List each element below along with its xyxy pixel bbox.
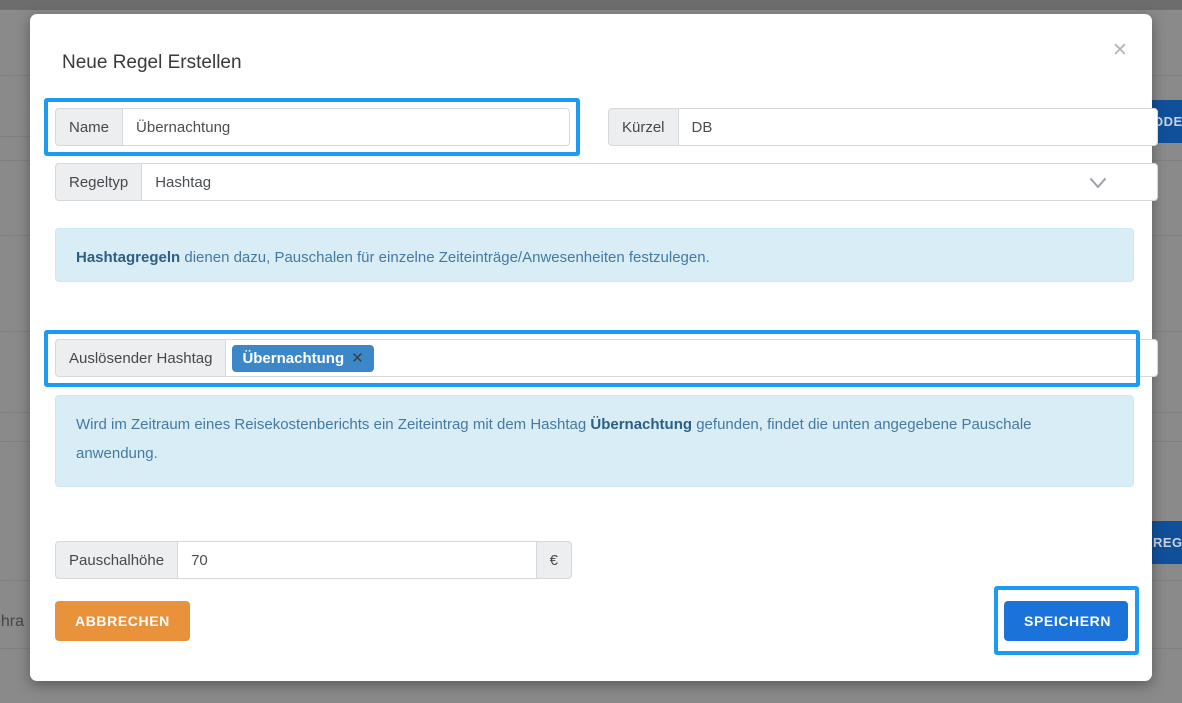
cancel-button[interactable]: ABBRECHEN [55, 601, 190, 641]
background-button-regel-clipped[interactable]: REGE [1152, 521, 1182, 564]
currency-suffix: € [537, 541, 572, 579]
hashtag-input-group: Auslösender Hashtag Übernachtung ✕ [55, 339, 1158, 377]
hashtag-token-input[interactable]: Übernachtung ✕ [225, 339, 1158, 377]
remove-tag-icon[interactable]: ✕ [351, 351, 364, 366]
name-label: Name [55, 108, 122, 146]
regeltyp-select[interactable]: Hashtag [141, 163, 1158, 201]
hashtag-label: Auslösender Hashtag [55, 339, 225, 377]
create-rule-modal: Neue Regel Erstellen ✕ Name Kürzel Regel… [30, 14, 1152, 681]
hashtag-rules-info-alert: Hashtagregeln dienen dazu, Pauschalen fü… [55, 228, 1134, 282]
info2-bold-text: Übernachtung [590, 416, 692, 433]
hashtag-token: Übernachtung ✕ [232, 345, 373, 372]
background-text-clipped: ehra [0, 613, 32, 631]
info1-text: dienen dazu, Pauschalen für einzelne Zei… [180, 249, 710, 266]
info1-bold-text: Hashtagregeln [76, 249, 180, 266]
pauschalhoehe-input[interactable] [177, 541, 537, 579]
name-input-group: Name [55, 108, 570, 146]
background-topbar [0, 0, 1182, 10]
regeltyp-selected-value: Hashtag [155, 174, 211, 191]
modal-title: Neue Regel Erstellen [62, 52, 242, 74]
pauschalhoehe-input-group: Pauschalhöhe € [55, 541, 572, 579]
rule-effect-info-alert: Wird im Zeitraum eines Reisekostenberich… [55, 395, 1134, 487]
kuerzel-input-group: Kürzel [608, 108, 1158, 146]
hashtag-token-text: Übernachtung [242, 350, 344, 367]
pauschalhoehe-label: Pauschalhöhe [55, 541, 177, 579]
close-icon[interactable]: ✕ [1106, 36, 1134, 64]
info2-text-part1: Wird im Zeitraum eines Reisekostenberich… [76, 416, 590, 433]
chevron-down-icon [1089, 177, 1107, 189]
regeltyp-label: Regeltyp [55, 163, 141, 201]
kuerzel-input[interactable] [678, 108, 1158, 146]
kuerzel-label: Kürzel [608, 108, 678, 146]
regeltyp-input-group: Regeltyp Hashtag [55, 163, 1158, 201]
name-input[interactable] [122, 108, 570, 146]
save-button[interactable]: SPEICHERN [1004, 601, 1128, 641]
